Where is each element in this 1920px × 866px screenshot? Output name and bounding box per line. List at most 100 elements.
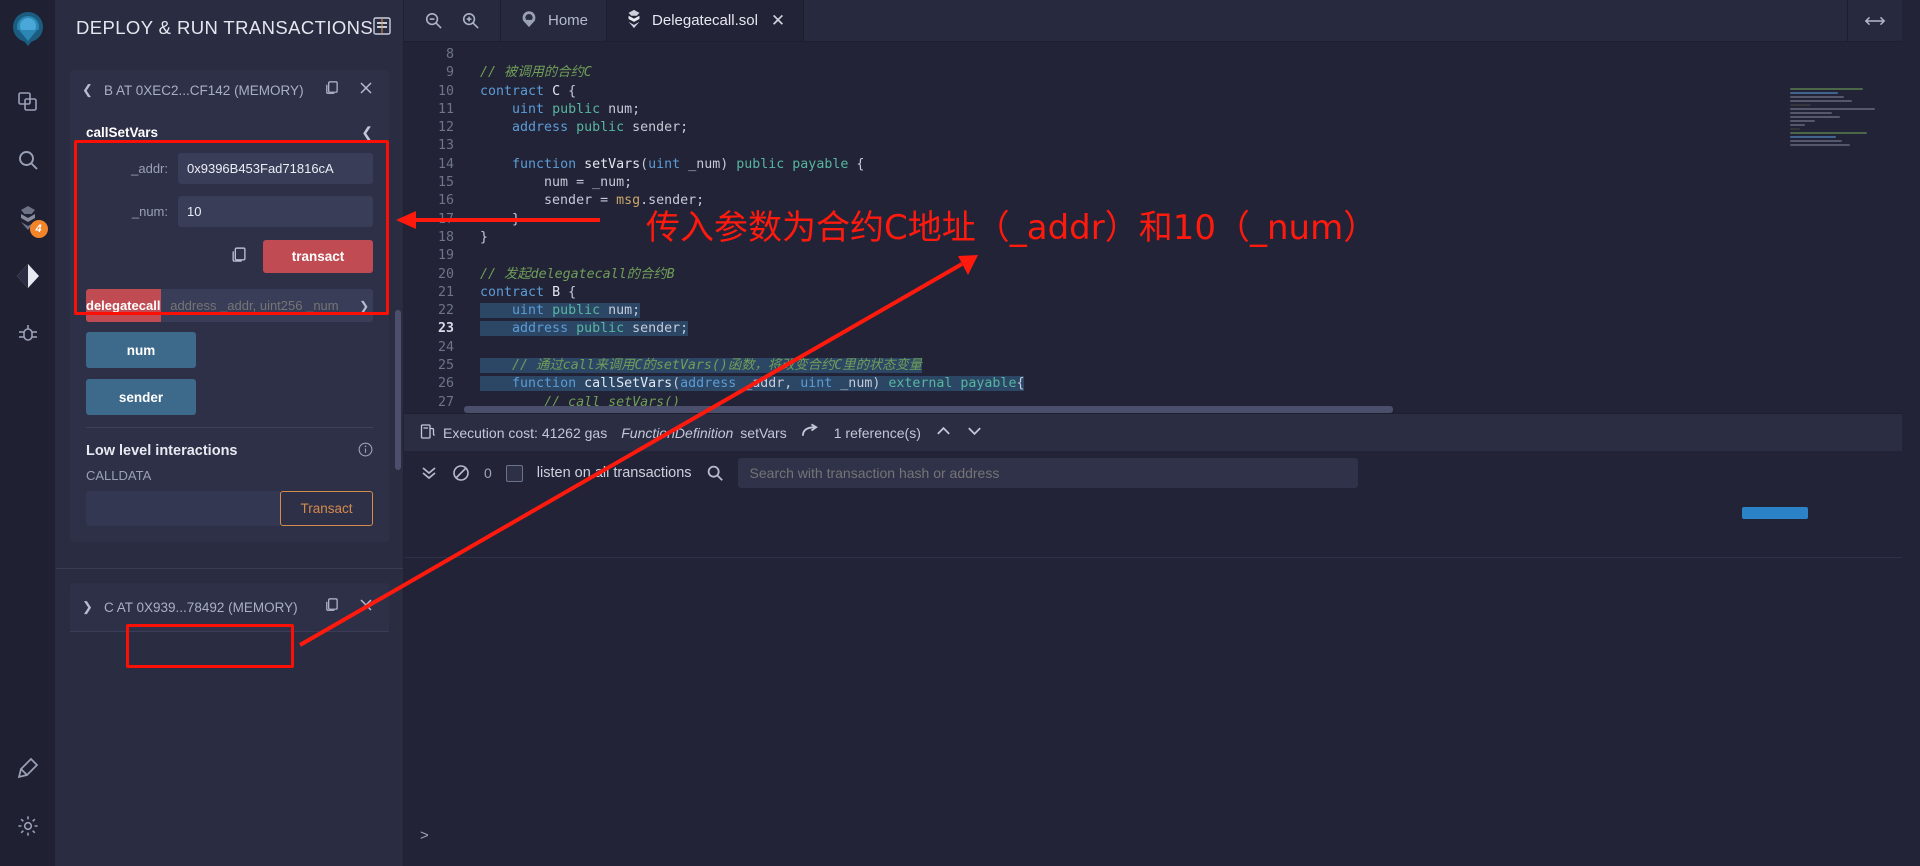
panel-divider-2: [56, 568, 403, 569]
code-text: contract B {: [466, 284, 1902, 302]
terminal-body[interactable]: >: [404, 495, 1902, 866]
code-line[interactable]: 16 sender = msg.sender;: [404, 192, 1902, 210]
arg-row-addr: _addr:: [86, 153, 373, 184]
expand-horizontal-icon[interactable]: [1848, 0, 1902, 41]
definition-kind: FunctionDefinition: [621, 425, 733, 441]
delegatecallsetvars-button[interactable]: delegatecall...: [86, 289, 161, 322]
calldata-input[interactable]: [86, 491, 280, 526]
sidebar-item-deploy-run[interactable]: [6, 250, 50, 302]
copy-icon[interactable]: [318, 80, 345, 100]
code-line[interactable]: 18}: [404, 229, 1902, 247]
code-text: address public sender;: [466, 119, 1902, 137]
close-icon[interactable]: [353, 81, 379, 100]
remix-home-icon: [519, 9, 539, 33]
code-line[interactable]: 9// 被调用的合约C: [404, 64, 1902, 82]
code-text: uint public num;: [466, 302, 1902, 320]
terminal-prompt[interactable]: >: [420, 827, 429, 844]
transaction-search-input[interactable]: [738, 458, 1358, 488]
line-number: 14: [404, 156, 466, 174]
code-line[interactable]: 24: [404, 339, 1902, 357]
panel-scrollbar[interactable]: [395, 310, 401, 470]
line-number: 12: [404, 119, 466, 137]
getter-sender-button[interactable]: sender: [86, 379, 196, 415]
code-line[interactable]: 14 function setVars(uint _num) public pa…: [404, 156, 1902, 174]
code-line[interactable]: 13: [404, 137, 1902, 155]
code-editor[interactable]: 89// 被调用的合约C10contract C {11 uint public…: [404, 42, 1902, 413]
code-text: num = _num;: [466, 174, 1902, 192]
tabbar-spacer: [804, 0, 1848, 41]
tab-delegatecall-sol[interactable]: Delegatecall.sol ✕: [607, 0, 804, 41]
panel-scroll-area: ❮ B AT 0XEC2...CF142 (MEMORY): [56, 70, 403, 866]
low-level-transact-button[interactable]: Transact: [280, 491, 373, 526]
deployed-instance-c: ❯ C AT 0X939...78492 (MEMORY): [70, 583, 389, 632]
line-number: 9: [404, 64, 466, 82]
chevron-down-icon[interactable]: ❯: [355, 289, 373, 322]
instance-b-header[interactable]: ❮ B AT 0XEC2...CF142 (MEMORY): [70, 70, 389, 110]
code-horizontal-scrollbar[interactable]: [404, 406, 1902, 413]
ban-icon[interactable]: [452, 464, 470, 482]
getter-num-button[interactable]: num: [86, 332, 196, 368]
chevron-up-icon[interactable]: [935, 424, 952, 441]
tab-home-label: Home: [548, 12, 588, 29]
remix-logo-icon: [7, 8, 49, 50]
zoom-out-icon[interactable]: [424, 11, 443, 30]
code-text: [466, 247, 1902, 265]
gas-estimate: Execution cost: 41262 gas: [420, 423, 607, 443]
arg-label-num: _num:: [86, 204, 178, 219]
code-line[interactable]: 23 address public sender;: [404, 320, 1902, 338]
copy-icon[interactable]: [318, 597, 345, 617]
zoom-in-icon[interactable]: [461, 11, 480, 30]
code-text: // 通过call来调用C的setVars()函数，将改变合约C里的状态变量: [466, 357, 1902, 375]
code-minimap[interactable]: [1790, 88, 1894, 168]
code-line[interactable]: 19: [404, 247, 1902, 265]
chevron-down-icon[interactable]: [966, 424, 983, 441]
code-text: [466, 137, 1902, 155]
instance-c-address: 0X939...78492 (MEMORY): [137, 600, 298, 615]
code-line[interactable]: 17 }: [404, 211, 1902, 229]
chevron-up-icon[interactable]: ❮: [361, 124, 373, 141]
function-name-label: callSetVars: [86, 125, 158, 140]
code-line[interactable]: 25 // 通过call来调用C的setVars()函数，将改变合约C里的状态变…: [404, 357, 1902, 375]
arg-label-addr: _addr:: [86, 161, 178, 176]
sidebar-item-search[interactable]: [6, 134, 50, 186]
sidebar-item-solidity-compiler[interactable]: 4: [6, 192, 50, 244]
code-line[interactable]: 12 address public sender;: [404, 119, 1902, 137]
code-line[interactable]: 20// 发起delegatecall的合约B: [404, 266, 1902, 284]
activity-icon-bar: 4: [0, 0, 56, 866]
tab-home[interactable]: Home: [501, 0, 607, 41]
copy-calldata-icon[interactable]: [224, 246, 253, 268]
code-text: address public sender;: [466, 320, 1902, 338]
code-text: }: [466, 229, 1902, 247]
code-line[interactable]: 21contract B {: [404, 284, 1902, 302]
code-line[interactable]: 15 num = _num;: [404, 174, 1902, 192]
arg-row-num: _num:: [86, 196, 373, 227]
sidebar-item-debugger[interactable]: [6, 308, 50, 360]
code-content[interactable]: 89// 被调用的合约C10contract C {11 uint public…: [404, 42, 1902, 413]
code-line[interactable]: 22 uint public num;: [404, 302, 1902, 320]
code-line[interactable]: 26 function callSetVars(address _addr, u…: [404, 375, 1902, 393]
sidebar-item-plugin-manager[interactable]: [6, 742, 50, 794]
chevron-right-icon[interactable]: ❯: [82, 599, 96, 615]
chevrons-down-icon[interactable]: [420, 464, 438, 482]
code-line[interactable]: 10contract C {: [404, 83, 1902, 101]
sidebar-item-settings[interactable]: [6, 800, 50, 852]
sidebar-item-file-explorer[interactable]: [6, 76, 50, 128]
addr-input[interactable]: [178, 153, 373, 184]
goto-reference-icon[interactable]: [801, 423, 820, 442]
search-icon[interactable]: [706, 464, 724, 482]
chevron-down-icon[interactable]: ❮: [82, 82, 96, 98]
close-icon[interactable]: [353, 598, 379, 617]
terminal-count: 0: [484, 465, 492, 481]
listen-all-transactions-checkbox[interactable]: [506, 465, 523, 482]
instance-c-header[interactable]: ❯ C AT 0X939...78492 (MEMORY): [70, 583, 389, 631]
code-line[interactable]: 8: [404, 46, 1902, 64]
close-icon[interactable]: ✕: [771, 11, 785, 31]
info-icon[interactable]: [358, 442, 373, 460]
transact-button[interactable]: transact: [263, 240, 373, 273]
code-text: function setVars(uint _num) public payab…: [466, 156, 1902, 174]
delegatecall-args-input[interactable]: [161, 289, 355, 322]
code-line[interactable]: 11 uint public num;: [404, 101, 1902, 119]
editor-statusbar: Execution cost: 41262 gas FunctionDefini…: [404, 413, 1902, 451]
book-icon[interactable]: [373, 17, 391, 40]
num-input[interactable]: [178, 196, 373, 227]
